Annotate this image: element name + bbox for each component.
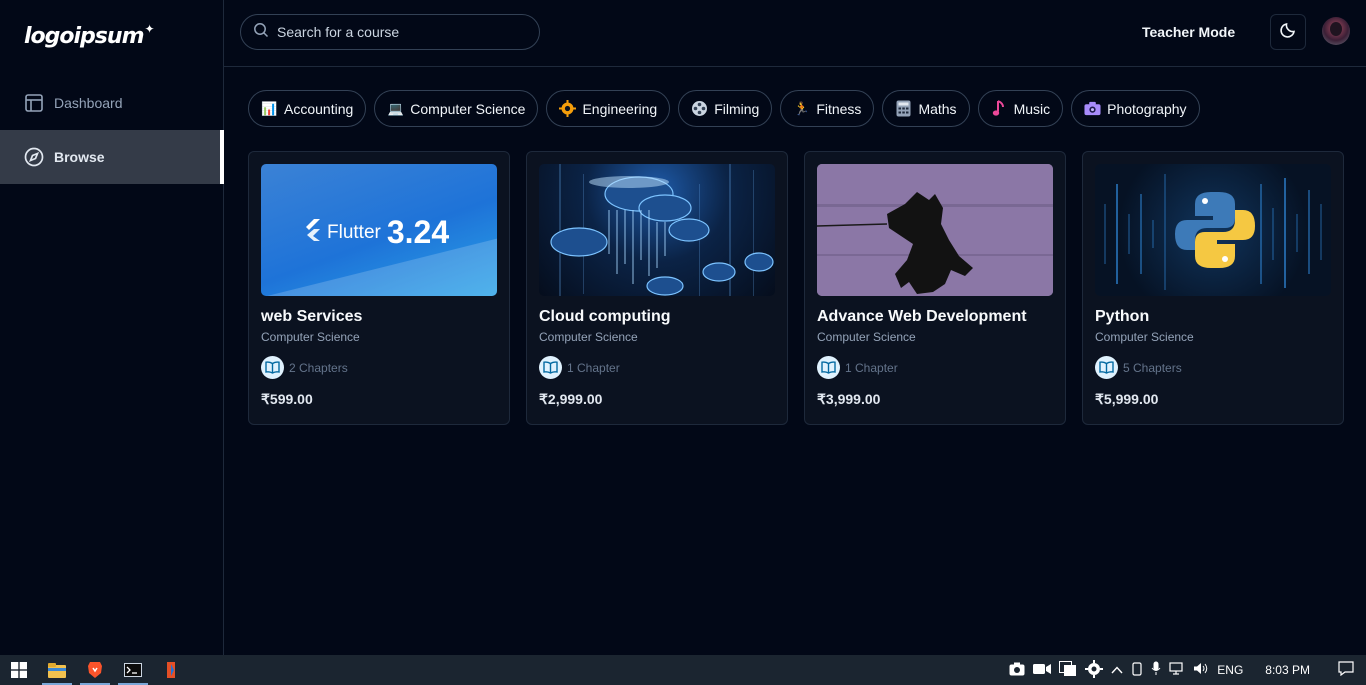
app-icon[interactable] [152,655,190,685]
course-card[interactable]: Flutter 3.24 web Services Computer Scien… [248,151,510,425]
windows-start-icon[interactable] [0,655,38,685]
chapter-count: 5 Chapters [1095,356,1331,379]
category-chip-photography[interactable]: Photography [1071,90,1200,127]
taskbar: ENG 8:03 PM [0,655,1366,685]
course-thumbnail-python [1095,164,1331,296]
category-chip-engineering[interactable]: Engineering [546,90,671,127]
search-box[interactable] [240,14,540,50]
avatar[interactable] [1322,17,1350,45]
film-reel-icon [691,100,708,117]
language-indicator[interactable]: ENG [1217,663,1243,677]
top-bar: Teacher Mode [224,0,1366,67]
chapter-count-label: 1 Chapter [845,360,898,375]
sidebar-item-dashboard[interactable]: Dashboard [0,76,224,130]
sidebar-item-label: Dashboard [54,95,123,111]
terminal-icon[interactable] [114,655,152,685]
camera-icon [1084,100,1101,117]
category-bar: 📊 Accounting 💻 Computer Science Engineer… [248,90,1200,127]
chapter-count-label: 1 Chapter [567,360,620,375]
book-icon [1095,356,1118,379]
category-label: Accounting [284,100,354,117]
course-title: Cloud computing [539,308,671,325]
moon-icon [1279,21,1297,44]
course-price: ₹599.00 [261,391,313,407]
book-icon [539,356,562,379]
system-tray: ENG 8:03 PM [1009,655,1366,685]
teacher-mode-button[interactable]: Teacher Mode [1130,14,1247,50]
category-label: Fitness [816,100,862,117]
course-category: Computer Science [539,330,638,344]
brave-browser-icon[interactable] [76,655,114,685]
chapter-count: 1 Chapter [539,356,775,379]
category-label: Computer Science [410,100,526,117]
logo[interactable]: logoipsum ✦ [24,20,155,52]
course-thumbnail-flutter: Flutter 3.24 [261,164,497,296]
search-input[interactable] [277,24,527,40]
thumbnail-version: 3.24 [386,214,450,250]
course-category: Computer Science [261,330,360,344]
course-thumbnail-cloud [539,164,775,296]
gear-icon [559,100,577,117]
category-label: Maths [918,100,957,117]
search-icon [253,22,269,43]
compass-icon [24,147,44,167]
course-thumbnail-ninja [817,164,1053,296]
clock[interactable]: 8:03 PM [1265,663,1310,677]
course-price: ₹2,999.00 [539,391,603,407]
category-label: Photography [1107,100,1187,117]
runner-icon: 🏃 [793,100,810,116]
category-chip-filming[interactable]: Filming [678,90,773,127]
category-chip-accounting[interactable]: 📊 Accounting [248,90,367,127]
chevron-up-icon[interactable] [1111,663,1123,677]
course-title: Python [1095,308,1150,325]
book-icon [817,356,840,379]
logo-text: logoipsum [24,23,144,49]
thumbnail-text: Flutter [327,221,381,243]
layout-icon [24,93,44,113]
app-window: logoipsum ✦ Dashboard Browse Teacher Mod… [0,0,1366,655]
microphone-icon[interactable] [1151,661,1161,679]
course-title: web Services [261,308,363,325]
category-label: Engineering [582,100,658,117]
course-card[interactable]: Python Computer Science 5 Chapters ₹5,99… [1082,151,1344,425]
course-category: Computer Science [1095,330,1194,344]
chapter-count: 2 Chapters [261,356,497,379]
calculator-icon [895,100,912,117]
chapter-count: 1 Chapter [817,356,1053,379]
course-price: ₹5,999.00 [1095,391,1159,407]
category-chip-computer-science[interactable]: 💻 Computer Science [374,90,539,127]
book-icon [261,356,284,379]
theme-toggle-button[interactable] [1270,14,1306,50]
sidebar-item-label: Browse [54,149,105,165]
flutter-logo-icon [303,219,321,246]
chart-icon: 📊 [261,100,278,116]
category-label: Filming [714,100,760,117]
window-switch-icon[interactable] [1059,660,1077,680]
chapter-count-label: 5 Chapters [1123,360,1182,375]
course-card[interactable]: Advance Web Development Computer Science… [804,151,1066,425]
course-category: Computer Science [817,330,916,344]
network-icon[interactable] [1169,662,1185,678]
sidebar: logoipsum ✦ Dashboard Browse [0,0,224,655]
file-explorer-icon[interactable] [38,655,76,685]
volume-icon[interactable] [1193,662,1209,678]
computer-icon: 💻 [387,100,404,116]
course-grid: Flutter 3.24 web Services Computer Scien… [248,151,1344,425]
category-label: Music [1013,100,1051,117]
sidebar-item-browse[interactable]: Browse [0,130,224,184]
course-card[interactable]: Cloud computing Computer Science 1 Chapt… [526,151,788,425]
video-camera-icon[interactable] [1033,663,1052,678]
music-note-icon [991,100,1008,117]
settings-gear-icon[interactable] [1085,659,1104,681]
chapter-count-label: 2 Chapters [289,360,348,375]
screenshot-tool-icon[interactable] [1009,662,1025,679]
course-title: Advance Web Development [817,308,1027,325]
notification-icon[interactable] [1338,661,1354,679]
category-chip-music[interactable]: Music [977,90,1064,127]
category-chip-fitness[interactable]: 🏃 Fitness [780,90,875,127]
logo-spark-icon: ✦ [144,22,155,36]
course-price: ₹3,999.00 [817,391,881,407]
category-chip-maths[interactable]: Maths [882,90,970,127]
phone-link-icon[interactable] [1131,661,1143,679]
